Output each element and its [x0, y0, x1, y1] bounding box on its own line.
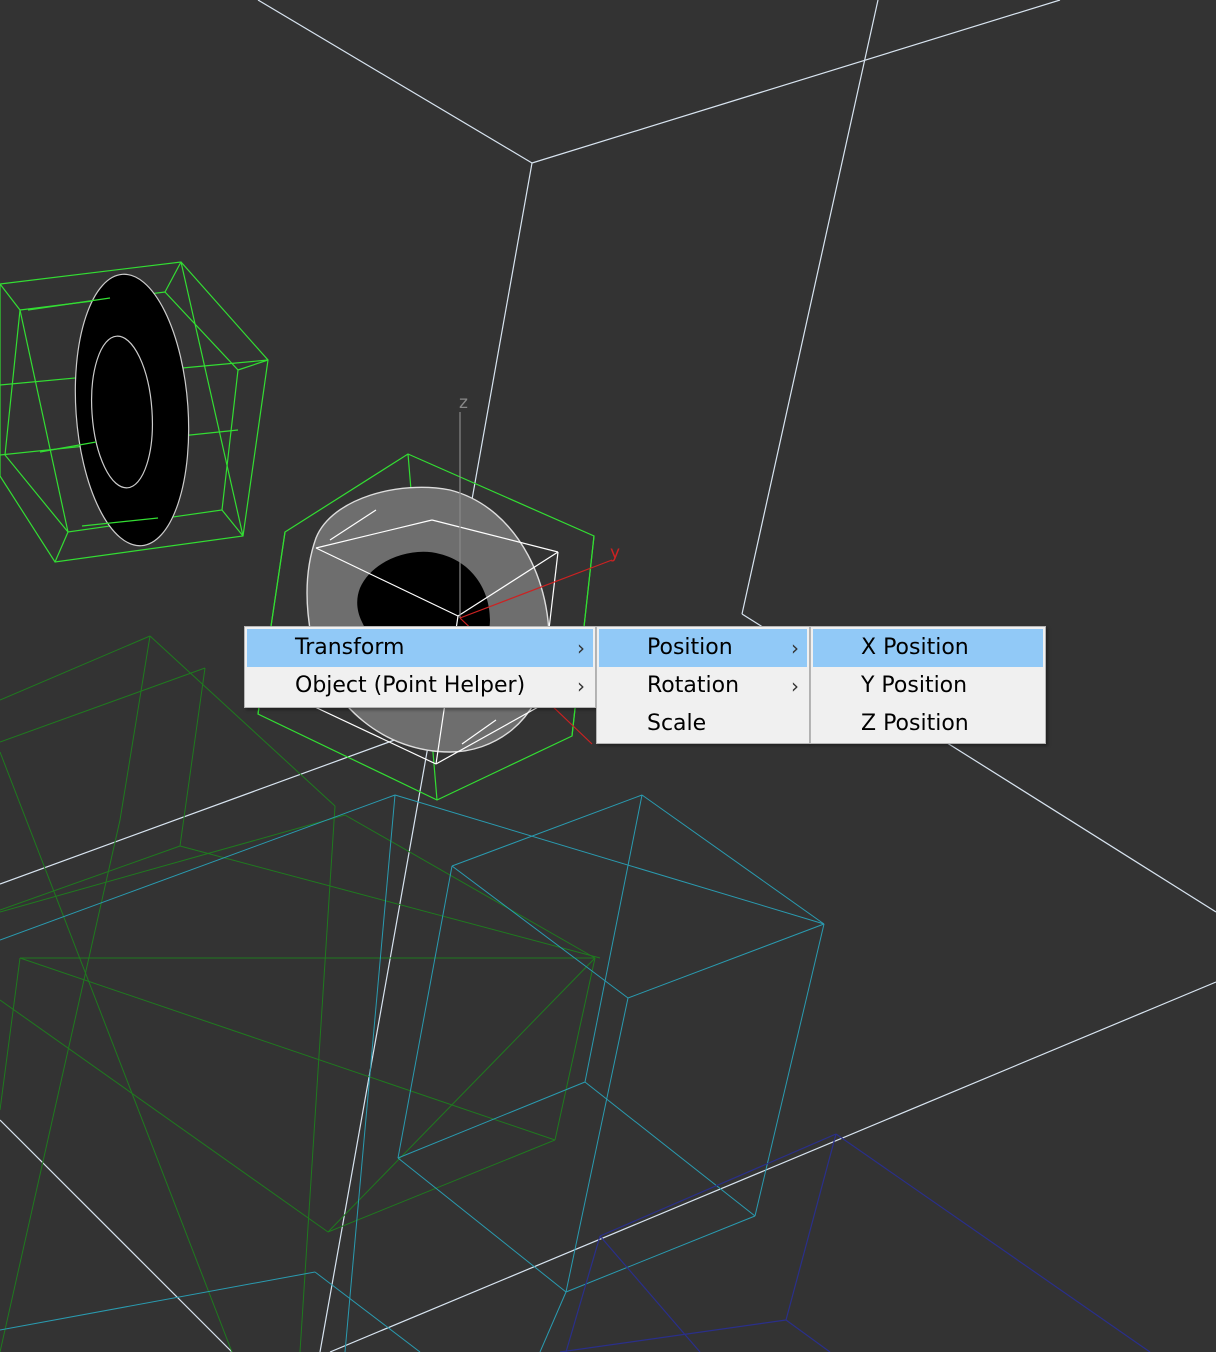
menu-item-label: Position: [647, 635, 733, 660]
menu-item-transform[interactable]: Transform ›: [247, 629, 593, 667]
selected-helper-object[interactable]: z y: [257, 393, 620, 801]
chevron-right-icon: ›: [791, 636, 799, 660]
transform-submenu: Position › Rotation › Scale: [596, 626, 810, 744]
gizmo-y-label: y: [610, 543, 620, 563]
blue-wireframe: [559, 1133, 1151, 1352]
menu-item-label: Y Position: [861, 673, 968, 698]
cyan-wireframes: [0, 794, 825, 1352]
menu-item-label: Scale: [647, 711, 707, 736]
menu-item-label: Transform: [295, 635, 405, 660]
menu-item-object[interactable]: Object (Point Helper) ›: [247, 667, 593, 705]
menu-item-label: Rotation: [647, 673, 740, 698]
dim-green-wireframes: [0, 635, 601, 1352]
menu-item-rotation[interactable]: Rotation ›: [599, 667, 807, 705]
left-helper-object[interactable]: [0, 261, 269, 563]
menu-item-x-position[interactable]: X Position: [813, 629, 1043, 667]
menu-item-label: X Position: [861, 635, 969, 660]
gizmo-z-label: z: [459, 393, 468, 413]
chevron-right-icon: ›: [791, 674, 799, 698]
menu-item-label: Z Position: [861, 711, 969, 736]
menu-item-label: Object (Point Helper): [295, 673, 526, 698]
context-menu: Transform › Object (Point Helper) ›: [244, 626, 596, 708]
menu-item-z-position[interactable]: Z Position: [813, 705, 1043, 743]
position-submenu: X Position Y Position Z Position: [810, 626, 1046, 744]
menu-item-y-position[interactable]: Y Position: [813, 667, 1043, 705]
chevron-right-icon: ›: [577, 636, 585, 660]
menu-item-scale[interactable]: Scale: [599, 705, 807, 743]
chevron-right-icon: ›: [577, 674, 585, 698]
menu-item-position[interactable]: Position ›: [599, 629, 807, 667]
